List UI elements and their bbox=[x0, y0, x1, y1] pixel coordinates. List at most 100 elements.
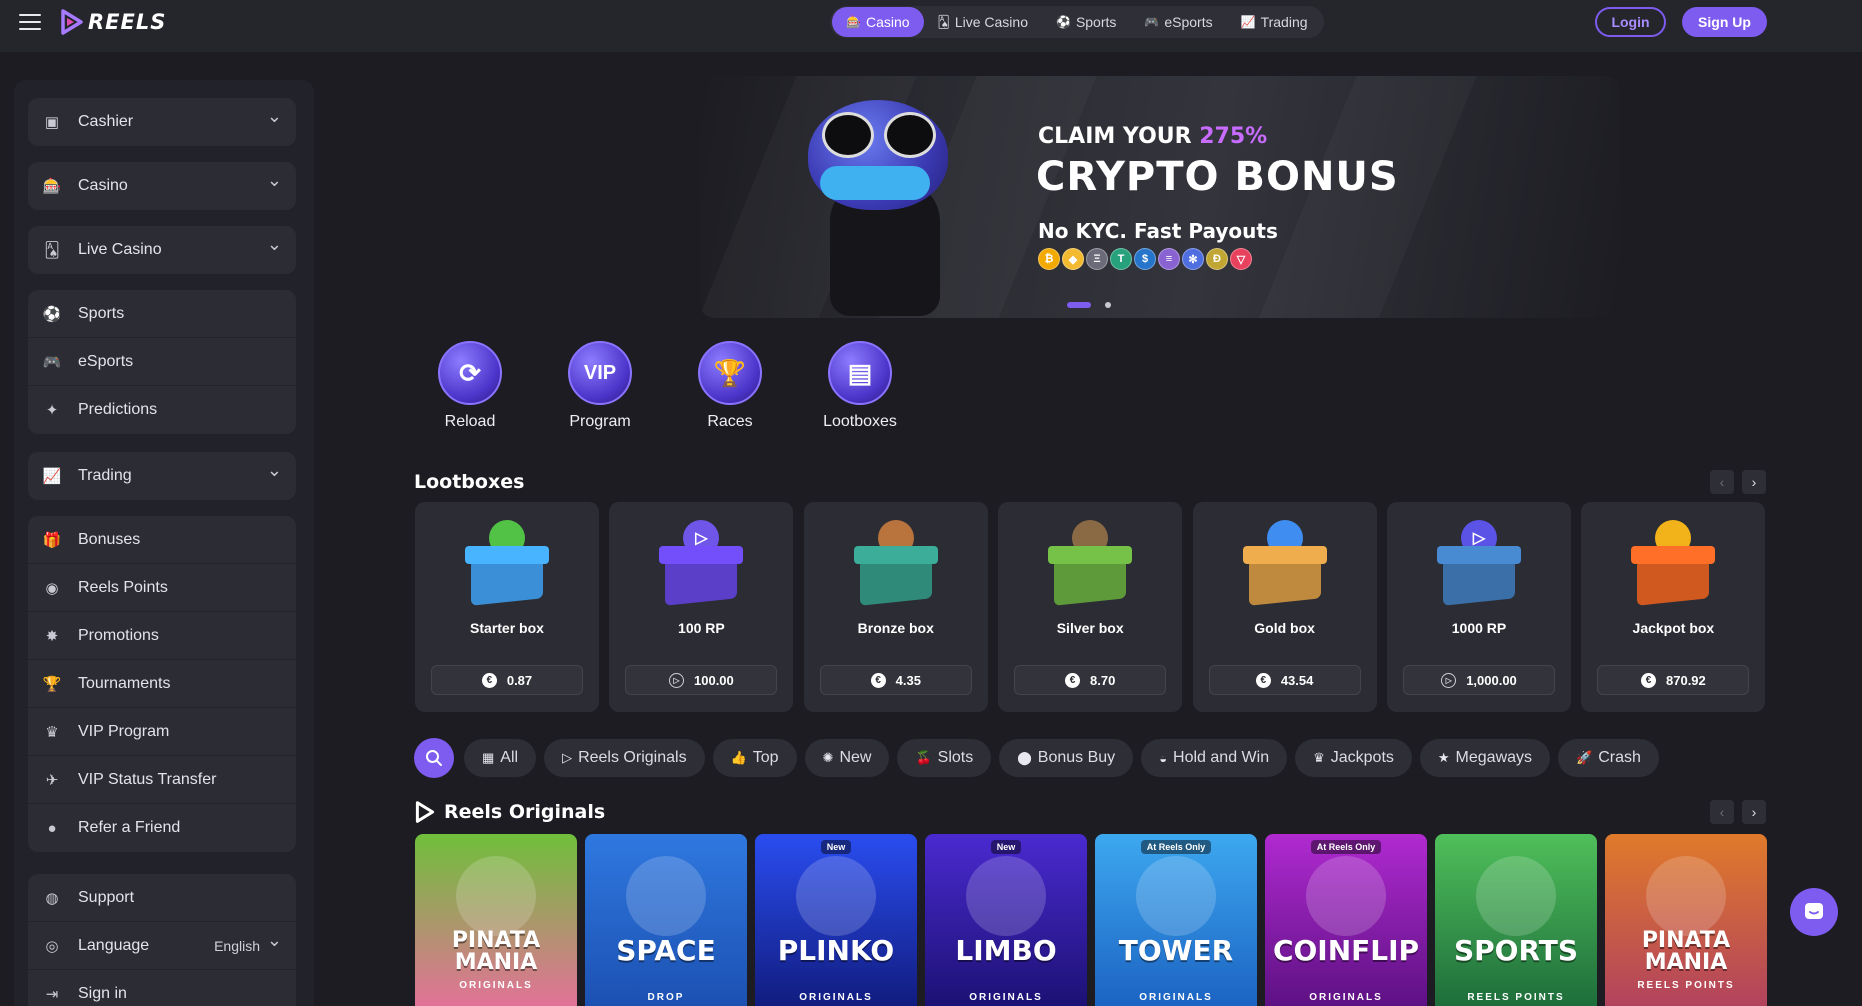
filter-jackpots[interactable]: ♛ Jackpots bbox=[1295, 739, 1412, 777]
sidebar-item-predictions[interactable]: ✦ Predictions bbox=[28, 386, 296, 434]
sidebar-item-vip-status-transfer[interactable]: ✈ VIP Status Transfer bbox=[28, 756, 296, 804]
sidebar-item-sports[interactable]: ⚽ Sports bbox=[28, 290, 296, 338]
sidebar-item-trading[interactable]: 📈 Trading ⌄ bbox=[28, 452, 296, 500]
lootbox-price-button[interactable]: €4.35 bbox=[819, 665, 972, 695]
reels-logo-icon bbox=[61, 9, 83, 35]
lootbox-card[interactable]: ▷ 100 RP ▷ 100.00 bbox=[609, 502, 794, 712]
lootbox-card[interactable]: Jackpot box €870.92 bbox=[1581, 502, 1766, 712]
filter-all[interactable]: ▦ All bbox=[464, 739, 537, 777]
game-tile[interactable]: PINATA MANIA ORIGINALS bbox=[415, 834, 577, 1006]
nav-live-casino[interactable]: 🂡 Live Casino bbox=[924, 7, 1042, 37]
globe-icon: ◎ bbox=[45, 937, 59, 955]
lootbox-card[interactable]: ▷ 1000 RP ▷ 1,000.00 bbox=[1387, 502, 1571, 712]
sidebar-item-refer-a-friend[interactable]: ● Refer a Friend bbox=[28, 804, 296, 852]
sidebar-item-label: Refer a Friend bbox=[78, 819, 181, 836]
nav-trading[interactable]: 📈 Trading bbox=[1227, 7, 1322, 37]
filter-megaways[interactable]: ★ Megaways bbox=[1419, 739, 1551, 777]
signup-button[interactable]: Sign Up bbox=[1682, 7, 1767, 37]
lootbox-card[interactable]: Bronze box €4.35 bbox=[803, 502, 988, 712]
sidebar-item-language[interactable]: ◎ Language English ⌄ bbox=[28, 922, 296, 970]
carousel-dot[interactable] bbox=[1105, 302, 1111, 308]
sidebar-item-live-casino[interactable]: 🂡 Live Casino ⌄ bbox=[28, 226, 296, 274]
quick-link-program[interactable]: VIP Program bbox=[550, 341, 650, 431]
menu-icon[interactable] bbox=[19, 14, 41, 32]
game-tile[interactable]: New LIMBO ORIGINALS bbox=[925, 834, 1087, 1006]
lootbox-price-button[interactable]: ▷ 1,000.00 bbox=[1403, 665, 1555, 695]
sidebar-item-label: Support bbox=[78, 888, 135, 906]
sidebar-item-label: VIP Status Transfer bbox=[78, 770, 217, 788]
sidebar-item-support[interactable]: ◍ Support bbox=[28, 874, 296, 922]
lootbox-price-button[interactable]: €43.54 bbox=[1208, 665, 1361, 695]
crypto-coin-icon: $ bbox=[1134, 248, 1156, 270]
sidebar-item-esports[interactable]: 🎮 eSports bbox=[28, 338, 296, 386]
lootbox-card[interactable]: Gold box €43.54 bbox=[1192, 502, 1377, 712]
quick-link-reload[interactable]: ⟳ Reload bbox=[420, 341, 520, 431]
lootbox-price: 0.87 bbox=[506, 672, 533, 688]
game-subtitle: REELS POINTS bbox=[1637, 980, 1735, 991]
game-tile[interactable]: PINATA MANIA REELS POINTS bbox=[1605, 834, 1767, 1006]
sidebar-item-label: Tournaments bbox=[78, 674, 171, 692]
filter-label: Jackpots bbox=[1330, 749, 1394, 766]
chat-button[interactable] bbox=[1790, 888, 1838, 936]
reels-points-icon: ▷ bbox=[669, 672, 684, 688]
filter-new[interactable]: ✺ New bbox=[804, 739, 890, 777]
lootbox-price-button[interactable]: €0.87 bbox=[431, 665, 583, 695]
reels-logo[interactable]: REELS bbox=[60, 6, 166, 38]
sidebar-item-reels-points[interactable]: ◉ Reels Points bbox=[28, 564, 296, 612]
sidebar-item-casino[interactable]: 🎰 Casino ⌄ bbox=[28, 162, 296, 210]
login-button[interactable]: Login bbox=[1595, 7, 1666, 37]
sidebar-item-label: Promotions bbox=[78, 626, 159, 644]
search-button[interactable] bbox=[414, 738, 454, 778]
coin-icon: ⬤ bbox=[1017, 750, 1032, 765]
sidebar-item-promotions[interactable]: ✸ Promotions bbox=[28, 612, 296, 660]
sidebar-item-tournaments[interactable]: 🏆 Tournaments bbox=[28, 660, 296, 708]
prev-arrow-icon[interactable]: ‹ bbox=[1710, 800, 1734, 824]
filter-slots[interactable]: 🍒 Slots bbox=[897, 739, 992, 777]
sidebar-item-sign-in[interactable]: ⇥ Sign in bbox=[28, 970, 296, 1006]
filter-bonus-buy[interactable]: ⬤ Bonus Buy bbox=[999, 739, 1134, 777]
nav-sports[interactable]: ⚽ Sports bbox=[1042, 7, 1130, 37]
lootbox-price: 8.70 bbox=[1090, 672, 1116, 688]
next-arrow-icon[interactable]: › bbox=[1742, 470, 1766, 494]
game-tile[interactable]: SPORTS REELS POINTS bbox=[1435, 834, 1597, 1006]
nav-casino[interactable]: 🎰 Casino bbox=[832, 7, 924, 37]
lootbox-price-button[interactable]: ▷ 100.00 bbox=[625, 665, 778, 695]
sidebar-group-trading: 📈 Trading ⌄ bbox=[28, 452, 296, 500]
lootbox-price: 43.54 bbox=[1280, 672, 1314, 688]
sidebar-item-bonuses[interactable]: 🎁 Bonuses bbox=[28, 516, 296, 564]
game-tile[interactable]: New PLINKO ORIGINALS bbox=[755, 834, 917, 1006]
lootbox-price-button[interactable]: €870.92 bbox=[1597, 665, 1750, 695]
next-arrow-icon[interactable]: › bbox=[1742, 800, 1766, 824]
sidebar-item-label: VIP Program bbox=[78, 722, 170, 740]
prev-arrow-icon[interactable]: ‹ bbox=[1710, 470, 1734, 494]
lootbox-card[interactable]: Starter box €0.87 bbox=[415, 502, 599, 712]
quick-link-races[interactable]: 🏆 Races bbox=[680, 341, 780, 431]
trading-icon: 📈 bbox=[1240, 15, 1256, 29]
game-subtitle: ORIGINALS bbox=[799, 992, 873, 1003]
game-tile[interactable]: At Reels Only TOWER ORIGINALS bbox=[1095, 834, 1257, 1006]
crypto-coins: ₿ ◆ Ξ T $ ≡ ✻ Ð ▽ bbox=[1038, 248, 1254, 270]
game-tile[interactable]: SPACE DROP bbox=[585, 834, 747, 1006]
lootbox-image bbox=[1631, 520, 1716, 606]
filter-hold-and-win[interactable]: ◒ Hold and Win bbox=[1141, 739, 1288, 777]
nav-esports[interactable]: 🎮 eSports bbox=[1130, 7, 1226, 37]
lootbox-name: 1000 RP bbox=[1451, 620, 1507, 636]
euro-icon: € bbox=[481, 672, 497, 688]
cherries-icon: 🍒 bbox=[915, 750, 932, 765]
lootbox-price-button[interactable]: €8.70 bbox=[1014, 665, 1167, 695]
sidebar-item-vip-program[interactable]: ♛ VIP Program bbox=[28, 708, 296, 756]
nav-label: Casino bbox=[865, 14, 910, 30]
filter-reels-originals[interactable]: ▷ Reels Originals bbox=[544, 739, 705, 777]
filter-crash[interactable]: 🚀 Crash bbox=[1558, 739, 1659, 777]
reload-icon: ⟳ bbox=[438, 341, 502, 405]
euro-icon: € bbox=[1641, 672, 1656, 688]
lootbox-image bbox=[1048, 520, 1133, 606]
carousel-dot[interactable] bbox=[1067, 302, 1091, 308]
quick-link-lootboxes[interactable]: ▤ Lootboxes bbox=[810, 341, 910, 431]
sidebar-item-cashier[interactable]: ▣ Cashier ⌄ bbox=[28, 98, 296, 146]
game-tile[interactable]: At Reels Only COINFLIP ORIGINALS bbox=[1265, 834, 1427, 1006]
filter-top[interactable]: 👍 Top bbox=[712, 739, 797, 777]
lootbox-price: 1,000.00 bbox=[1466, 672, 1517, 688]
lootbox-card[interactable]: Silver box €8.70 bbox=[998, 502, 1183, 712]
promo-banner[interactable]: CLAIM YOUR 275% CRYPTO BONUS No KYC. Fas… bbox=[700, 76, 1620, 318]
